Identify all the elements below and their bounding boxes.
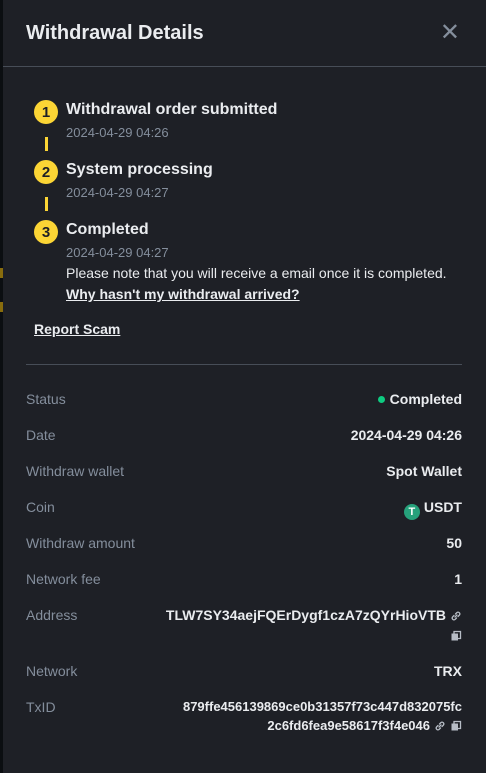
amount-label: Withdraw amount	[26, 535, 135, 551]
report-scam-link[interactable]: Report Scam	[34, 321, 120, 337]
status-label: Status	[26, 391, 66, 407]
usdt-icon: T	[403, 504, 420, 520]
step-number: 3	[34, 220, 58, 244]
copy-icon[interactable]	[450, 630, 462, 642]
modal-header: Withdrawal Details ✕	[3, 0, 486, 67]
coin-text: USDT	[423, 499, 462, 515]
txid-line-2-text: 2c6fd6fea9e58617f3f4e046	[267, 718, 430, 733]
status-dot	[377, 396, 385, 403]
fee-label: Network fee	[26, 571, 101, 587]
txid-label: TxID	[26, 699, 56, 715]
close-icon[interactable]: ✕	[440, 21, 460, 45]
fee-value: 1	[454, 571, 462, 587]
withdrawal-details-modal: Withdrawal Details ✕ 1 Withdrawal order …	[3, 0, 486, 773]
link-icon[interactable]	[434, 720, 446, 732]
copy-icon[interactable]	[450, 720, 462, 732]
link-icon[interactable]	[450, 610, 462, 622]
txid-value: 879ffe456139869ce0b31357f73c447d832075fc…	[183, 699, 462, 733]
address-value: TLW7SY34aejFQErDygf1czA7zQYrHioVTB	[166, 607, 462, 643]
completion-note: Please note that you will receive a emai…	[66, 265, 447, 281]
address-text: TLW7SY34aejFQErDygf1czA7zQYrHioVTB	[165, 607, 446, 623]
address-label: Address	[26, 607, 78, 623]
coin-value: T USDT	[403, 499, 462, 520]
step-time: 2024-04-29 04:26	[66, 125, 169, 140]
status-text: Completed	[389, 391, 462, 407]
step-title: System processing	[66, 161, 213, 178]
status-value: Completed	[377, 391, 462, 407]
network-value: TRX	[434, 663, 462, 679]
date-value: 2024-04-29 04:26	[350, 427, 462, 443]
txid-line-1: 879ffe456139869ce0b31357f73c447d832075fc	[182, 699, 462, 714]
address-copy-line	[166, 627, 462, 643]
step-number: 2	[34, 160, 58, 184]
why-not-arrived-link[interactable]: Why hasn't my withdrawal arrived?	[66, 286, 300, 302]
step-title: Completed	[66, 221, 149, 238]
step-time: 2024-04-29 04:27	[66, 185, 169, 200]
modal-title: Withdrawal Details	[26, 21, 204, 44]
txid-line-2: 2c6fd6fea9e58617f3f4e046	[183, 718, 462, 733]
coin-label: Coin	[26, 499, 55, 515]
step-number: 1	[34, 100, 58, 124]
network-label: Network	[26, 663, 78, 679]
step-connector	[45, 197, 48, 211]
amount-value: 50	[446, 535, 462, 551]
date-label: Date	[26, 427, 56, 443]
step-title: Withdrawal order submitted	[66, 101, 278, 118]
section-divider	[26, 364, 462, 365]
wallet-value: Spot Wallet	[386, 463, 462, 479]
address-text-line: TLW7SY34aejFQErDygf1czA7zQYrHioVTB	[166, 607, 462, 623]
step-connector	[45, 137, 48, 151]
wallet-label: Withdraw wallet	[26, 463, 125, 479]
step-time: 2024-04-29 04:27	[66, 245, 169, 260]
